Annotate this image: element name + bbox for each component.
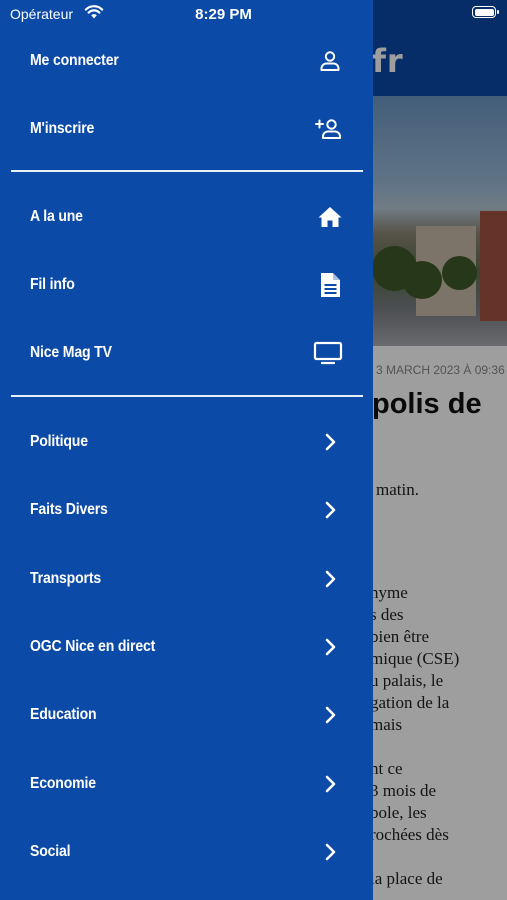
chevron-right-icon (317, 771, 343, 797)
menu-item-label: Education (30, 706, 97, 723)
document-icon (317, 272, 343, 298)
menu-item-label: Economie (30, 775, 96, 792)
tv-icon (313, 340, 343, 366)
menu-item-ogc-nice[interactable]: OGC Nice en direct (0, 617, 373, 677)
home-icon (317, 204, 343, 230)
menu-item-login[interactable]: Me connecter (0, 31, 373, 91)
chevron-right-icon (317, 702, 343, 728)
status-time: 8:29 PM (195, 6, 252, 23)
status-bar: Opérateur 8:29 PM (0, 0, 507, 28)
battery-icon (472, 6, 499, 18)
wifi-icon (84, 4, 104, 25)
carrier-label: Opérateur (10, 6, 74, 22)
menu-item-register[interactable]: M'inscrire (0, 99, 373, 159)
menu-item-a-la-une[interactable]: A la une (0, 187, 373, 247)
menu-item-label: Transports (30, 570, 102, 587)
chevron-right-icon (317, 497, 343, 523)
menu-item-label: A la une (30, 208, 83, 225)
chevron-right-icon (317, 839, 343, 865)
user-add-icon (313, 116, 343, 142)
user-icon (317, 48, 343, 74)
chevron-right-icon (317, 566, 343, 592)
menu-item-label: OGC Nice en direct (30, 638, 156, 655)
menu-item-label: Me connecter (30, 52, 119, 69)
menu-item-politique[interactable]: Politique (0, 412, 373, 472)
menu-item-economie[interactable]: Economie (0, 754, 373, 814)
menu-item-fil-info[interactable]: Fil info (0, 255, 373, 315)
menu-item-education[interactable]: Education (0, 685, 373, 745)
menu-item-label: Nice Mag TV (30, 344, 112, 361)
menu-item-social[interactable]: Social (0, 822, 373, 882)
menu-item-label: Social (30, 843, 71, 860)
menu-item-label: Fil info (30, 276, 75, 293)
menu-item-transports[interactable]: Transports (0, 549, 373, 609)
chevron-right-icon (317, 429, 343, 455)
menu-item-nice-mag-tv[interactable]: Nice Mag TV (0, 323, 373, 383)
side-drawer: Me connecter M'inscrire A la une Fil inf… (0, 0, 373, 900)
menu-item-label: Politique (30, 433, 88, 450)
menu-divider (11, 170, 363, 172)
menu-item-label: M'inscrire (30, 120, 95, 137)
menu-item-label: Faits Divers (30, 501, 108, 518)
chevron-right-icon (317, 634, 343, 660)
menu-item-faits-divers[interactable]: Faits Divers (0, 480, 373, 540)
menu-divider (11, 395, 363, 397)
